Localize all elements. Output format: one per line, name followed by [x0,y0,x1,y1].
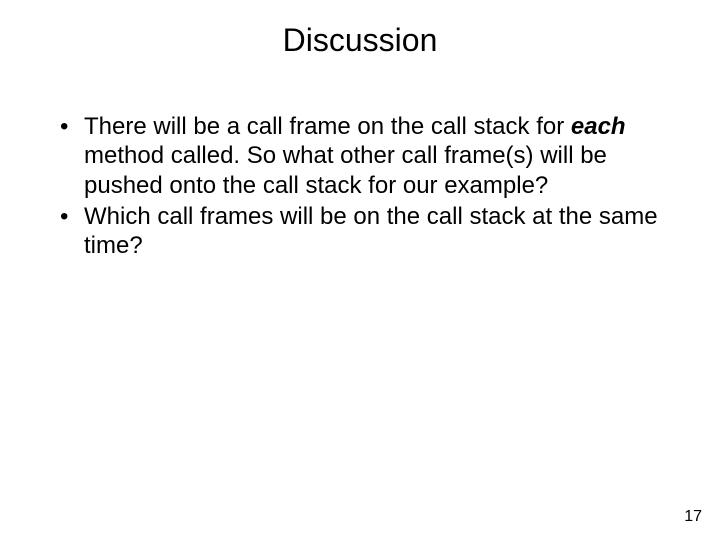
slide: Discussion There will be a call frame on… [0,0,720,540]
page-number: 17 [684,508,702,526]
bullet-text-post: method called. So what other call frame(… [84,142,607,198]
bullet-text-emph: each [571,113,626,140]
bullet-text-pre: Which call frames will be on the call st… [84,203,658,259]
bullet-list: There will be a call frame on the call s… [54,112,666,260]
list-item: There will be a call frame on the call s… [54,112,666,200]
bullet-text-pre: There will be a call frame on the call s… [84,113,571,140]
slide-title: Discussion [0,22,720,59]
list-item: Which call frames will be on the call st… [54,202,666,261]
slide-body: There will be a call frame on the call s… [54,112,666,262]
